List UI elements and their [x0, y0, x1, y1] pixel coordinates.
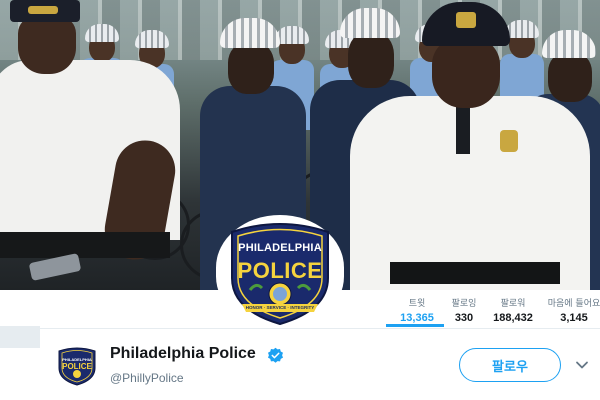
stat-label: 팔로잉	[451, 299, 477, 309]
stat-likes[interactable]: 마음에 들어요 3,145	[544, 296, 600, 324]
stat-label: 팔로워	[500, 299, 526, 309]
stats-divider	[0, 328, 600, 329]
stat-label: 트윗	[408, 299, 426, 309]
profile-avatar[interactable]: PHILADELPHIA POLICE HONOR · SERVICE · IN…	[216, 215, 344, 329]
stat-followers[interactable]: 팔로워 188,432	[488, 296, 538, 324]
stat-value: 13,365	[400, 312, 434, 324]
stat-value: 330	[454, 312, 474, 324]
badge-top-text: PHILADELPHIA	[238, 242, 322, 254]
stat-label: 마음에 들어요	[547, 299, 600, 309]
small-logo-main-text: POLICE	[62, 362, 92, 371]
verified-badge-icon	[267, 347, 284, 363]
left-edge-strip	[0, 326, 40, 348]
badge-main-text: POLICE	[237, 258, 323, 283]
follow-button[interactable]: 팔로우	[459, 348, 561, 382]
badge-scroll-text: HONOR · SERVICE · INTEGRITY	[245, 305, 315, 310]
officer-commander-right	[350, 0, 600, 290]
profile-small-avatar[interactable]: PHILADELPHIA POLICE	[56, 346, 98, 386]
stat-tweets[interactable]: 트윗 13,365	[392, 296, 442, 324]
police-badge-logo: PHILADELPHIA POLICE HONOR · SERVICE · IN…	[224, 218, 336, 326]
active-tab-indicator	[386, 324, 444, 327]
chevron-down-icon[interactable]	[574, 357, 590, 373]
stat-value: 3,145	[560, 312, 588, 324]
profile-handle[interactable]: @PhillyPolice	[110, 371, 184, 385]
profile-display-name[interactable]: Philadelphia Police	[110, 345, 256, 363]
stat-following[interactable]: 팔로잉 330	[446, 296, 482, 324]
stat-value: 188,432	[493, 312, 533, 324]
officer-commander-left	[0, 0, 190, 290]
